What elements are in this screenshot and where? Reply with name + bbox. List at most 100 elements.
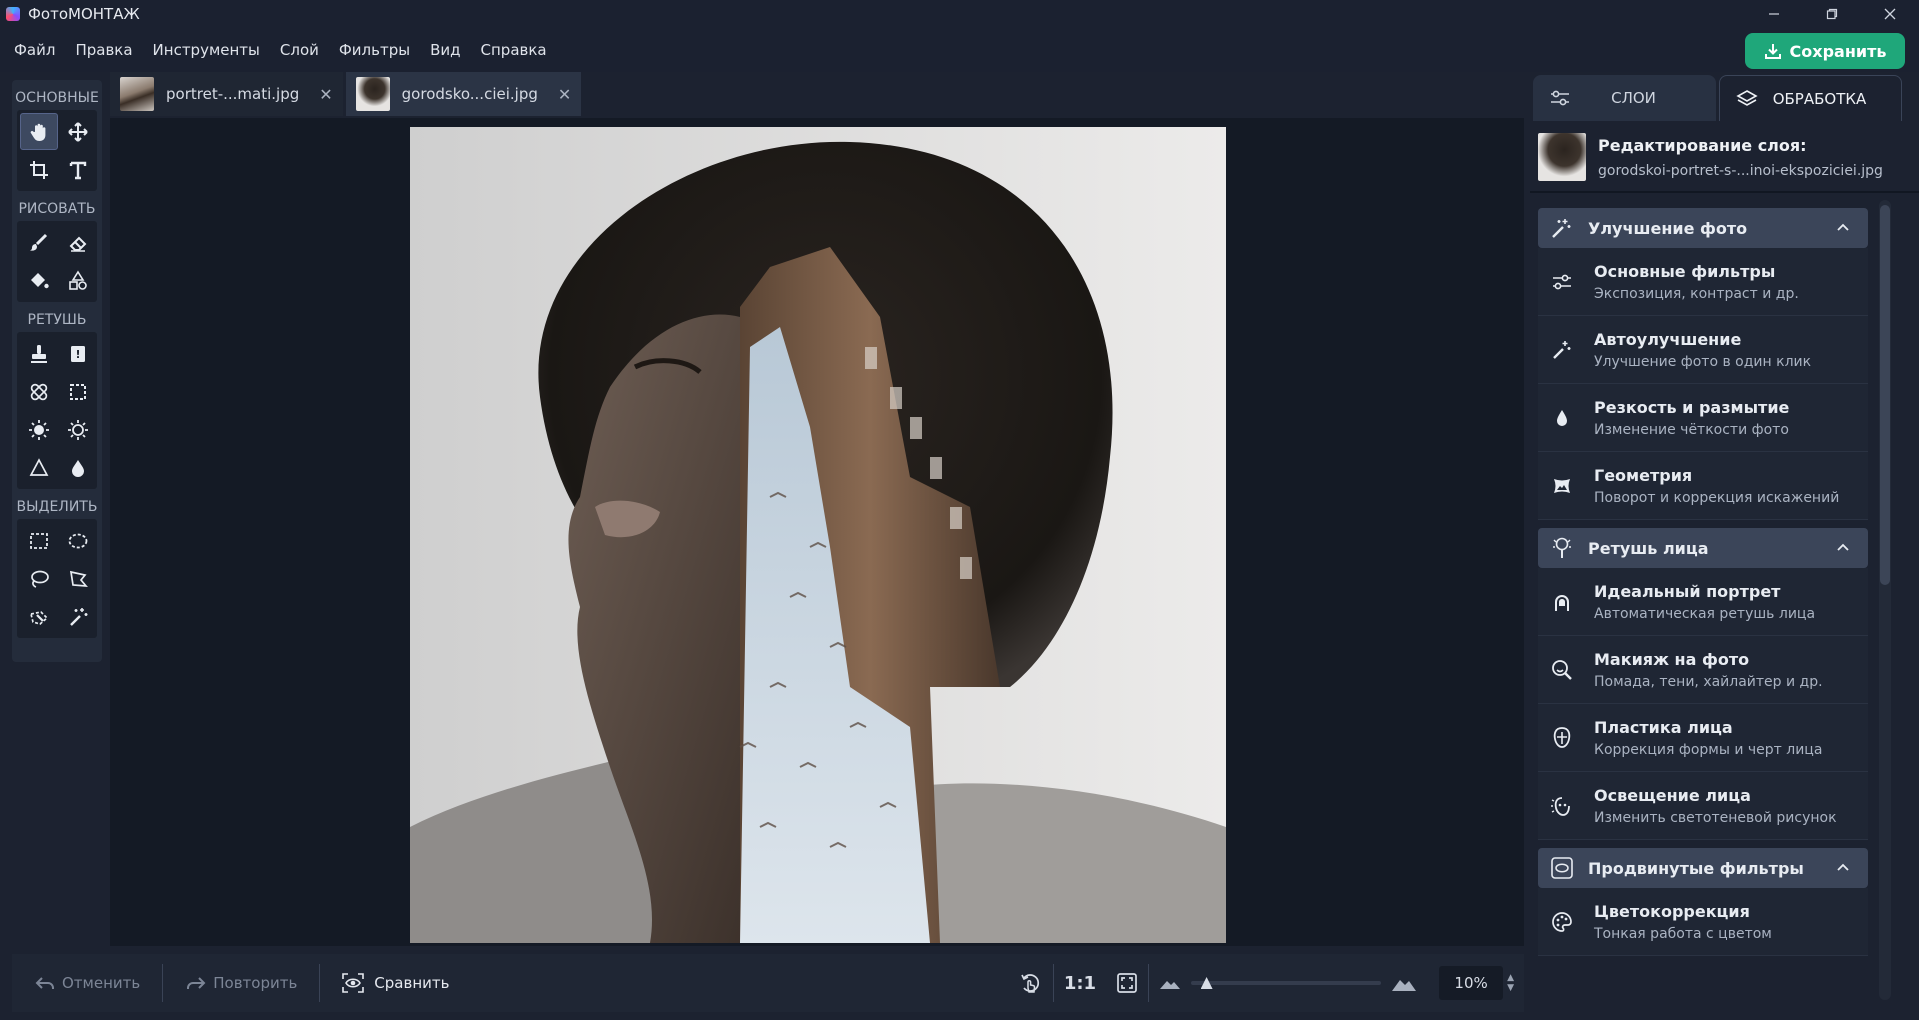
magic-wand-tool[interactable] [59,598,97,635]
hand-tool[interactable] [20,113,58,150]
chevron-up-icon [1837,223,1849,231]
sun-icon [29,419,49,440]
tool-group-draw [17,221,97,302]
undo-button[interactable]: Отменить [12,954,162,1012]
panel-scrollbar-thumb[interactable] [1880,205,1890,585]
menu-layer[interactable]: Слой [280,41,319,59]
item-makeup[interactable]: Макияж на фото Помада, тени, хайлайтер и … [1538,636,1868,704]
healing-tool[interactable] [20,373,58,410]
save-button[interactable]: Сохранить [1745,33,1905,69]
toolbox-section-select: ВЫДЕЛИТЬ [16,499,98,515]
item-geometry[interactable]: Геометрия Поворот и коррекция искажений [1538,452,1868,520]
section-face-retouch[interactable]: Ретушь лица [1538,528,1868,568]
item-title: Цветокоррекция [1594,901,1750,921]
eraser-tool[interactable] [59,224,97,261]
polygon-lasso-tool[interactable] [59,560,97,597]
layer-title: Редактирование слоя: [1598,135,1807,155]
close-icon[interactable]: ✕ [558,85,571,104]
minimize-button[interactable] [1745,0,1803,28]
tool-group-retouch: ! [17,332,97,489]
section-title: Продвинутые фильтры [1588,858,1804,878]
item-color-correction[interactable]: Цветокоррекция Тонкая работа с цветом [1538,888,1868,956]
tab-layers[interactable]: СЛОИ [1533,75,1716,121]
frame-tool[interactable] [59,373,97,410]
eraser-icon [69,236,87,252]
smart-select-tool[interactable] [20,598,58,635]
app-logo-icon [6,7,20,21]
lasso-tool[interactable] [20,560,58,597]
item-auto-enhance[interactable]: Автоулучшение Улучшение фото в один клик [1538,316,1868,384]
zoom-slider[interactable] [1191,973,1382,993]
menu-filters[interactable]: Фильтры [339,41,410,59]
fill-tool[interactable] [20,262,58,299]
panel-tabs: СЛОИ ОБРАБОТКА [1530,75,1919,123]
close-window-button[interactable] [1861,0,1919,28]
double-exposure-image [410,127,1226,943]
section-photo-enhance[interactable]: Улучшение фото [1538,208,1868,248]
chevron-down-icon[interactable]: ▼ [1507,983,1514,993]
stamp-icon [31,344,47,363]
menu-help[interactable]: Справка [481,41,547,59]
item-sharpness-blur[interactable]: Резкость и размытие Изменение чёткости фо… [1538,384,1868,452]
compare-button[interactable]: Сравнить [320,954,471,1012]
patch-tool[interactable]: ! [59,335,97,372]
close-icon[interactable]: ✕ [319,85,332,104]
rect-select-tool[interactable] [20,522,58,559]
magic-wand-icon [70,607,88,626]
blur-tool[interactable] [59,449,97,486]
section-advanced-filters[interactable]: Продвинутые фильтры [1538,848,1868,888]
svg-text:!: ! [75,348,80,361]
fit-screen-button[interactable] [1106,954,1148,1012]
actual-size-button[interactable]: 1:1 [1054,954,1106,1012]
item-face-lighting[interactable]: Освещение лица Изменить светотеневой рису… [1538,772,1868,840]
rect-select-icon [30,532,48,549]
brush-tool[interactable] [20,224,58,261]
text-tool[interactable] [59,151,97,188]
doc-tab-city[interactable]: gorodsko...ciei.jpg ✕ [345,72,582,116]
tab-layers-label: СЛОИ [1611,89,1656,107]
document-tabs: portret-...mati.jpg ✕ gorodsko...ciei.jp… [110,72,584,116]
item-subtitle: Помада, тени, хайлайтер и др. [1594,673,1823,690]
redo-button[interactable]: Повторить [163,954,319,1012]
zoom-out-button[interactable] [1149,954,1191,1012]
mountain-large-icon [1392,980,1417,991]
tab-processing[interactable]: ОБРАБОТКА [1719,75,1902,121]
rotate-canvas-button[interactable] [1007,954,1053,1012]
doc-tab-label: gorodsko...ciei.jpg [401,85,538,103]
restore-button[interactable] [1803,0,1861,28]
mountain-small-icon [1160,981,1181,989]
menu-edit[interactable]: Правка [75,41,132,59]
ellipse-select-icon [68,533,88,548]
drop-icon [1557,409,1567,426]
zoom-slider-track [1191,981,1382,985]
redo-label: Повторить [213,974,298,992]
zoom-input[interactable]: 10% [1439,966,1504,1000]
menu-view[interactable]: Вид [430,41,460,59]
zoom-in-button[interactable] [1381,954,1427,1012]
item-title: Резкость и размытие [1594,397,1790,417]
menu-tools[interactable]: Инструменты [153,41,260,59]
zoom-stepper[interactable]: ▲ ▼ [1507,973,1514,993]
crop-tool[interactable] [20,151,58,188]
item-face-shape[interactable]: Пластика лица Коррекция формы и черт лица [1538,704,1868,772]
bottom-toolbar: Отменить Повторить Сравнить 1:1 10% ▲ ▼ [12,954,1524,1012]
doc-tab-portrait[interactable]: portret-...mati.jpg ✕ [110,72,343,116]
item-basic-filters[interactable]: Основные фильтры Экспозиция, контраст и д… [1538,248,1868,316]
ellipse-select-tool[interactable] [59,522,97,559]
processing-list: Улучшение фото Основные фильтры Экспозици… [1538,204,1868,956]
item-ideal-portrait[interactable]: Идеальный портрет Автоматическая ретушь л… [1538,568,1868,636]
stamp-tool[interactable] [20,335,58,372]
shapes-tool[interactable] [59,262,97,299]
menu-file[interactable]: Файл [14,41,55,59]
palette-icon [1552,911,1572,932]
chevron-up-icon [1837,543,1849,551]
darken-tool[interactable] [59,411,97,448]
brighten-tool[interactable] [20,411,58,448]
sharpen-tool[interactable] [20,449,58,486]
item-subtitle: Экспозиция, контраст и др. [1594,285,1799,302]
text-icon [69,161,87,179]
move-tool[interactable] [59,113,97,150]
drop-icon [72,459,84,477]
chevron-up-icon[interactable]: ▲ [1507,973,1514,983]
canvas-area[interactable] [110,118,1524,946]
